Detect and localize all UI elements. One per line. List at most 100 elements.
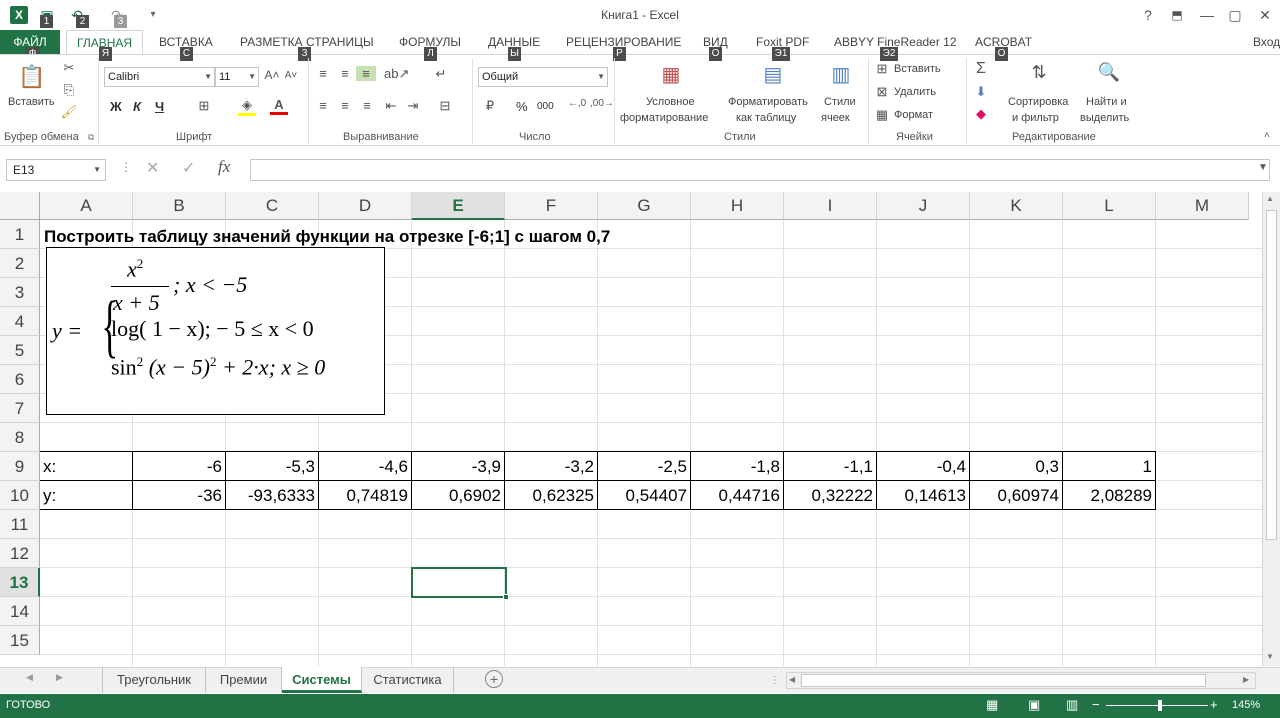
y-value-cell[interactable]: 2,08289 <box>1063 481 1156 510</box>
column-header-a[interactable]: A <box>40 192 133 220</box>
column-header-h[interactable]: H <box>691 192 784 220</box>
decrease-decimal-icon[interactable]: ,00→ <box>590 98 614 109</box>
column-header-c[interactable]: C <box>226 192 319 220</box>
format-painter-icon[interactable]: 🖌 <box>60 104 78 122</box>
increase-indent-icon[interactable]: ⇥ <box>404 98 422 114</box>
insert-cells-icon[interactable]: ⊞ <box>874 61 890 77</box>
column-header-d[interactable]: D <box>319 192 412 220</box>
x-value-cell[interactable]: -5,3 <box>226 452 319 481</box>
clear-icon[interactable]: ◆ <box>972 106 990 122</box>
number-format-combo[interactable]: Общий ▼ <box>478 67 608 87</box>
zoom-out-icon[interactable]: − <box>1092 697 1100 712</box>
row-header-15[interactable]: 15 <box>0 626 40 655</box>
restore-button[interactable]: ▢ <box>1224 4 1246 26</box>
scroll-right-icon[interactable]: ▶ <box>1243 675 1249 684</box>
hscroll-thumb[interactable] <box>801 674 1206 687</box>
sort-filter-icon[interactable]: ⇅ <box>1024 62 1054 92</box>
collapse-ribbon-icon[interactable]: ˄ <box>1264 130 1270 141</box>
x-label-cell[interactable]: x: <box>40 452 133 481</box>
thousands-button[interactable]: 000 <box>537 101 554 112</box>
sheet-title-cell[interactable]: Построить таблицу значений функции на от… <box>44 227 610 247</box>
help-button[interactable]: ? <box>1137 4 1159 26</box>
sheet-tab-statistics[interactable]: Статистика <box>362 667 454 693</box>
column-header-g[interactable]: G <box>598 192 691 220</box>
y-value-cell[interactable]: 0,60974 <box>970 481 1063 510</box>
borders-icon[interactable]: ⊞ <box>195 98 213 114</box>
font-size-combo[interactable]: 11 ▼ <box>215 67 259 87</box>
italic-button[interactable]: К <box>133 99 141 114</box>
select-all-corner[interactable] <box>0 192 40 220</box>
expand-formula-icon[interactable]: ▼ <box>1258 162 1268 173</box>
x-value-cell[interactable]: -0,4 <box>877 452 970 481</box>
row-header-6[interactable]: 6 <box>0 365 40 394</box>
next-sheet-icon[interactable]: ▶ <box>56 672 63 683</box>
column-header-k[interactable]: K <box>970 192 1063 220</box>
y-value-cell[interactable]: -36 <box>133 481 226 510</box>
align-top-icon[interactable]: ≡ <box>314 66 332 81</box>
row-header-2[interactable]: 2 <box>0 249 40 278</box>
row-header-10[interactable]: 10 <box>0 481 40 510</box>
conditional-formatting-icon[interactable]: ▦ <box>656 62 686 92</box>
font-color-icon[interactable]: A <box>270 97 288 115</box>
formula-input[interactable] <box>250 159 1270 181</box>
align-bottom-icon[interactable]: ≡ <box>356 66 376 81</box>
y-value-cell[interactable]: 0,14613 <box>877 481 970 510</box>
ribbon-display-icon[interactable]: ⬒ <box>1166 4 1188 26</box>
zoom-slider-thumb[interactable] <box>1158 700 1162 711</box>
delete-cells-button[interactable]: Удалить <box>894 86 936 98</box>
conditional-formatting-label-2[interactable]: форматирование <box>620 112 708 124</box>
zoom-slider[interactable] <box>1106 705 1208 706</box>
fill-handle[interactable] <box>503 594 509 600</box>
zoom-in-icon[interactable]: + <box>1210 697 1218 712</box>
x-value-cell[interactable]: -1,1 <box>784 452 877 481</box>
x-value-cell[interactable]: 0,3 <box>970 452 1063 481</box>
zoom-level[interactable]: 145% <box>1232 699 1260 711</box>
autosum-icon[interactable]: Σ <box>972 60 990 78</box>
delete-cells-icon[interactable]: ⊠ <box>874 84 890 100</box>
sheet-tab-systems[interactable]: Системы <box>282 667 362 693</box>
name-box[interactable]: E13 ▼ <box>6 159 106 181</box>
scroll-down-icon[interactable]: ▼ <box>1266 652 1274 661</box>
cell-styles-label-2[interactable]: ячеек <box>821 112 850 124</box>
column-header-j[interactable]: J <box>877 192 970 220</box>
fill-icon[interactable]: ⬇ <box>972 84 990 100</box>
format-cells-button[interactable]: Формат <box>894 109 933 121</box>
y-value-cell[interactable]: 0,74819 <box>319 481 412 510</box>
align-middle-icon[interactable]: ≡ <box>336 66 354 81</box>
x-value-cell[interactable]: -2,5 <box>598 452 691 481</box>
x-value-cell[interactable]: -4,6 <box>319 452 412 481</box>
find-select-label-2[interactable]: выделить <box>1080 112 1129 124</box>
row-header-11[interactable]: 11 <box>0 510 40 539</box>
formula-image[interactable]: y = { x2 x + 5 ; x < −5 log( 1 − x); − 5… <box>46 247 385 415</box>
insert-function-button[interactable]: fx <box>218 157 230 177</box>
cancel-icon[interactable]: ✕ <box>146 158 159 178</box>
underline-button[interactable]: Ч <box>155 99 164 114</box>
minimize-button[interactable]: — <box>1196 4 1218 26</box>
row-header-8[interactable]: 8 <box>0 423 40 452</box>
find-select-icon[interactable]: 🔍 <box>1094 62 1124 92</box>
sort-filter-label-2[interactable]: и фильтр <box>1012 112 1059 124</box>
fill-color-icon[interactable]: ◈ <box>238 97 256 116</box>
normal-view-icon[interactable]: ▦ <box>986 697 998 713</box>
enter-icon[interactable]: ✓ <box>182 158 195 178</box>
horizontal-scrollbar[interactable]: ◀ ▶ <box>786 672 1256 689</box>
y-label-cell[interactable]: y: <box>40 481 133 510</box>
paste-button[interactable]: Вставить <box>8 96 55 108</box>
row-header-14[interactable]: 14 <box>0 597 40 626</box>
y-value-cell[interactable]: 0,44716 <box>691 481 784 510</box>
row-header-13[interactable]: 13 <box>0 568 40 597</box>
column-header-i[interactable]: I <box>784 192 877 220</box>
row-header-3[interactable]: 3 <box>0 278 40 307</box>
y-value-cell[interactable]: 0,32222 <box>784 481 877 510</box>
decrease-font-icon[interactable]: A˅ <box>283 70 299 81</box>
signin-link[interactable]: Вход <box>1253 30 1280 54</box>
row-header-1[interactable]: 1 <box>0 220 40 249</box>
scroll-left-icon[interactable]: ◀ <box>789 675 795 684</box>
sheet-tab-triangle[interactable]: Треугольник <box>102 667 206 693</box>
add-sheet-icon[interactable]: + <box>485 670 503 688</box>
format-as-table-icon[interactable]: ▤ <box>758 62 788 92</box>
row-header-9[interactable]: 9 <box>0 452 40 481</box>
decrease-indent-icon[interactable]: ⇤ <box>382 98 400 114</box>
merge-cells-icon[interactable]: ⊟ <box>434 98 456 114</box>
column-header-m[interactable]: M <box>1156 192 1249 220</box>
